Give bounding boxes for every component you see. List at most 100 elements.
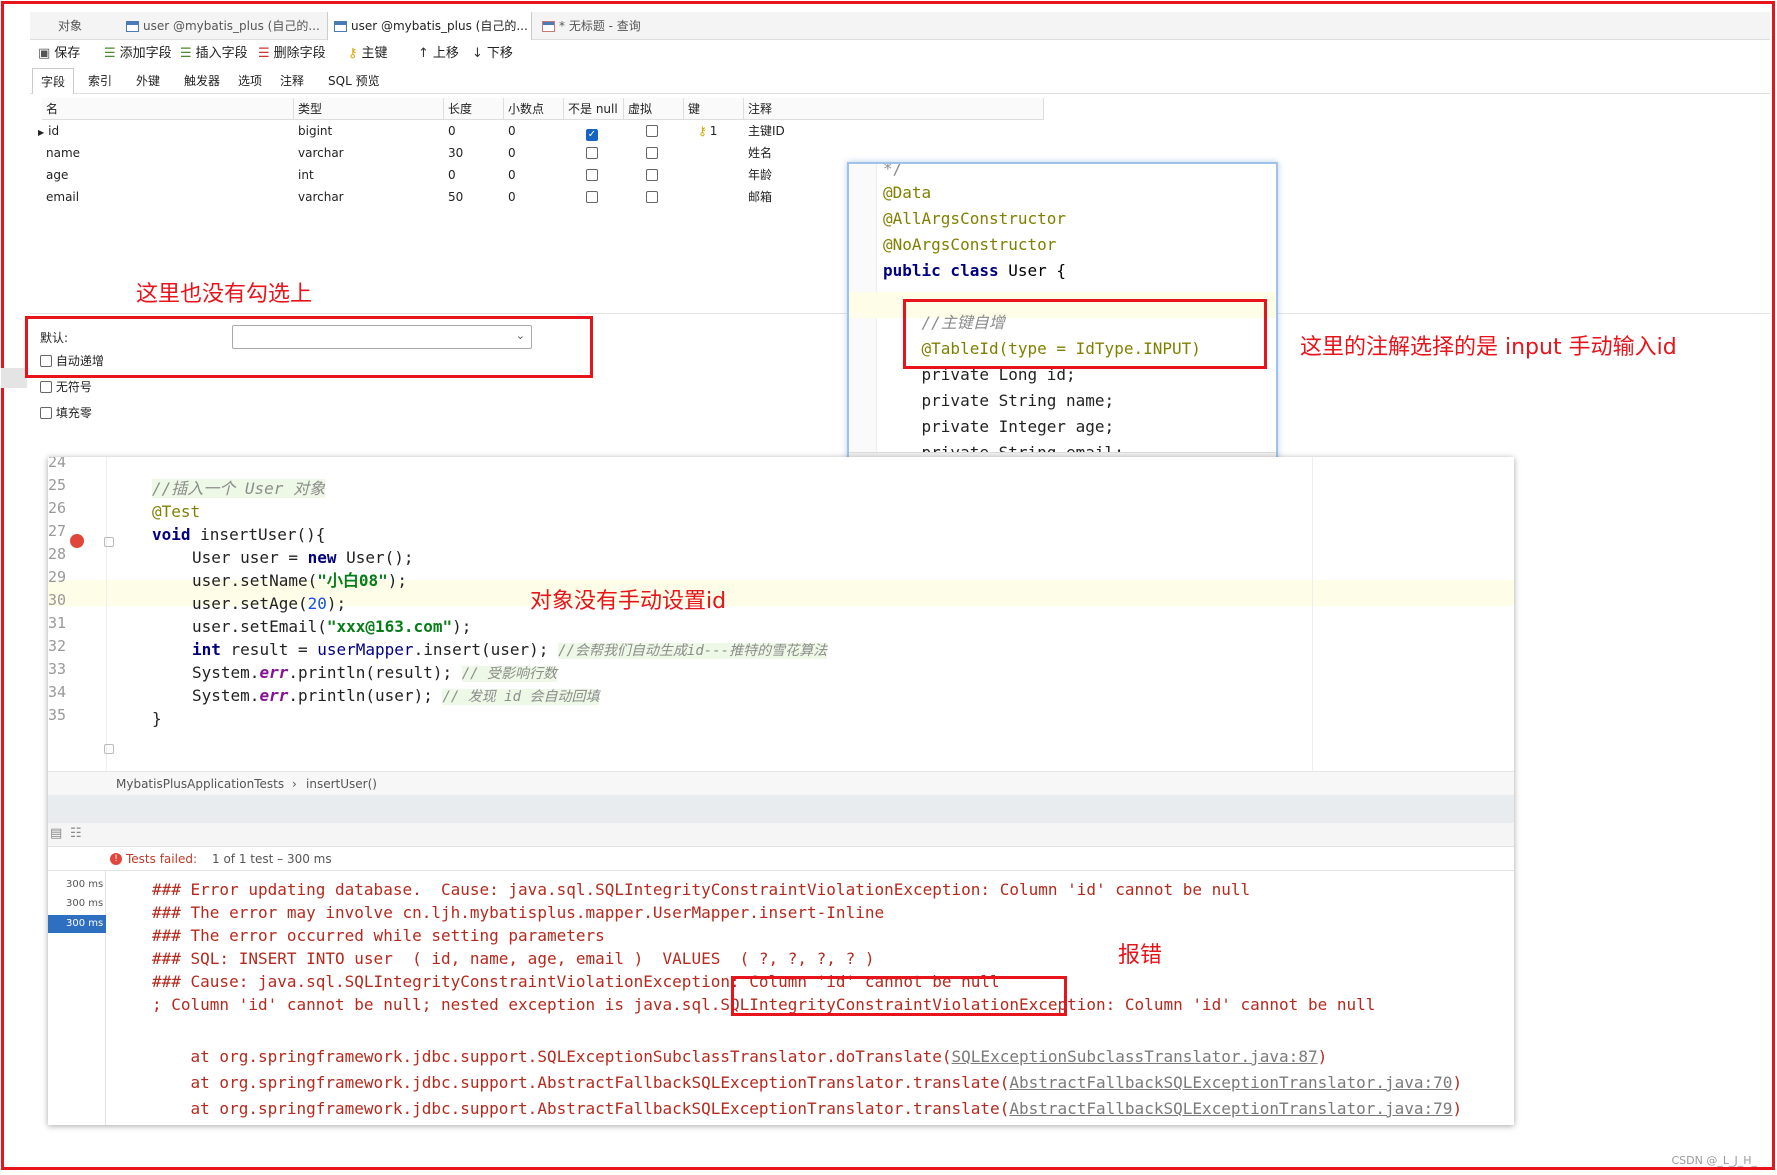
cell-virtual[interactable] (624, 164, 684, 186)
tab-user-table-1[interactable]: user @mybatis_plus (自己的... (120, 12, 325, 40)
cell-length[interactable]: 30 (444, 142, 504, 164)
cell-comment[interactable]: 姓名 (744, 142, 1044, 164)
virtual-checkbox[interactable] (646, 191, 658, 203)
zerofill-label: 填充零 (55, 406, 92, 420)
code-text: ); (452, 617, 472, 636)
cell-length[interactable]: 50 (444, 186, 504, 208)
save-button[interactable]: ▣ 保存 (38, 40, 80, 68)
cell-type[interactable]: int (294, 164, 444, 186)
cell-not-null[interactable] (564, 164, 624, 186)
cell-text: age (46, 168, 69, 182)
table-row[interactable]: ▶ id bigint 0 0 ✓ ⚷ 1 主键ID (38, 120, 1052, 142)
cell-comment[interactable]: 主键ID (744, 120, 1044, 142)
cell-key[interactable] (684, 164, 744, 186)
source-link[interactable]: AbstractFallbackSQLExceptionTranslator.j… (1009, 1073, 1452, 1092)
line-number: 27 (48, 522, 67, 540)
not-null-checkbox[interactable]: ✓ (586, 129, 598, 141)
subtab-fields[interactable]: 字段 (32, 68, 75, 94)
cell-key[interactable] (684, 142, 744, 164)
string-literal: "小白08" (317, 571, 388, 590)
method-sig: insertUser(){ (190, 525, 326, 544)
keyword: int (192, 640, 221, 659)
cell-text: email (46, 190, 80, 204)
subtab-indexes[interactable]: 索引 (80, 68, 120, 94)
stack-trace-line: at org.springframework.jdbc.support.SQLE… (152, 1044, 1328, 1070)
tab-query[interactable]: * 无标题 - 查询 (536, 12, 726, 40)
checkbox-box (40, 407, 52, 419)
trace-text: ) (1452, 1099, 1463, 1118)
subtab-foreign-keys[interactable]: 外键 (128, 68, 168, 94)
cell-not-null[interactable] (564, 186, 624, 208)
cell-not-null[interactable] (564, 142, 624, 164)
popup-line-name: private String name; (883, 391, 1115, 410)
breadcrumb-class[interactable]: MybatisPlusApplicationTests (116, 772, 284, 796)
unsigned-checkbox[interactable]: 无符号 (40, 378, 92, 395)
trace-text: at org.springframework.jdbc.support.Abst… (152, 1099, 1010, 1118)
cell-virtual[interactable] (624, 142, 684, 164)
delete-field-button[interactable]: ☰ 删除字段 (258, 40, 326, 68)
move-down-button[interactable]: ↓ 下移 (472, 40, 513, 68)
layout-icon[interactable]: ▤ (50, 826, 62, 841)
subtab-sql-preview[interactable]: SQL 预览 (320, 68, 388, 94)
subtab-comments[interactable]: 注释 (272, 68, 312, 94)
move-up-button[interactable]: ↑ 上移 (418, 40, 459, 68)
add-field-button[interactable]: ☰ 添加字段 (104, 40, 172, 68)
fold-icon[interactable] (104, 744, 114, 754)
cell-type[interactable]: varchar (294, 186, 444, 208)
primary-key-button[interactable]: ⚷ 主键 (348, 40, 388, 68)
source-link[interactable]: SQLExceptionSubclassTranslator.java:87 (952, 1047, 1318, 1066)
not-null-checkbox[interactable] (586, 169, 598, 181)
cell-virtual[interactable] (624, 186, 684, 208)
cell-name[interactable]: ▶ id (38, 120, 294, 142)
table-row[interactable]: name varchar 30 0 姓名 (42, 142, 1052, 164)
breadcrumb-method[interactable]: insertUser() (306, 772, 377, 796)
cell-not-null[interactable]: ✓ (564, 120, 624, 142)
cell-virtual[interactable] (624, 120, 684, 142)
tab-user-table-2[interactable]: user @mybatis_plus (自己的... (327, 12, 532, 40)
test-timing-selected[interactable]: 300 ms (48, 915, 106, 933)
run-test-icon[interactable] (70, 534, 84, 548)
design-subtabs: 字段 索引 外键 触发器 选项 注释 SQL 预览 (30, 68, 1770, 94)
code-text: User user = (192, 548, 308, 567)
cell-key[interactable]: ⚷ 1 (684, 120, 744, 142)
cell-decimals[interactable]: 0 (504, 164, 564, 186)
cell-decimals[interactable]: 0 (504, 142, 564, 164)
checkbox-box (40, 381, 52, 393)
cell-name[interactable]: name (42, 142, 294, 164)
tab-label: user @mybatis_plus (自己的... (351, 19, 528, 33)
line-number: 32 (48, 637, 67, 655)
test-timing[interactable]: 300 ms (66, 898, 103, 909)
cell-length[interactable]: 0 (444, 120, 504, 142)
source-link[interactable]: AbstractFallbackSQLExceptionTranslator.j… (1009, 1099, 1452, 1118)
fold-icon[interactable] (104, 537, 114, 547)
subtab-options[interactable]: 选项 (230, 68, 270, 94)
line-number: 26 (48, 499, 67, 517)
keyword: void (152, 525, 191, 544)
cell-key[interactable] (684, 186, 744, 208)
virtual-checkbox[interactable] (646, 125, 658, 137)
insert-field-button[interactable]: ☰ 插入字段 (180, 40, 248, 68)
cell-length[interactable]: 0 (444, 164, 504, 186)
key-icon: ⚷ (698, 124, 707, 138)
cell-decimals[interactable]: 0 (504, 120, 564, 142)
cell-decimals[interactable]: 0 (504, 186, 564, 208)
zerofill-checkbox[interactable]: 填充零 (40, 404, 92, 421)
col-type: 类型 (294, 98, 444, 120)
test-timing[interactable]: 300 ms (66, 879, 103, 890)
settings-icon[interactable]: ☷ (70, 826, 82, 841)
not-null-checkbox[interactable] (586, 191, 598, 203)
virtual-checkbox[interactable] (646, 147, 658, 159)
not-null-checkbox[interactable] (586, 147, 598, 159)
line-number: 35 (48, 706, 67, 724)
static-field: err (259, 663, 289, 682)
panel-splitter[interactable] (1, 368, 27, 388)
virtual-checkbox[interactable] (646, 169, 658, 181)
test-tree: 300 ms 300 ms 300 ms (48, 871, 106, 1125)
cell-name[interactable]: age (42, 164, 294, 186)
tab-objects[interactable]: 对象 (52, 12, 112, 40)
cell-name[interactable]: email (42, 186, 294, 208)
subtab-triggers[interactable]: 触发器 (176, 68, 228, 94)
cell-type[interactable]: varchar (294, 142, 444, 164)
ide-window: 24 25 26 27 28 29 30 31 32 33 34 35 //插入一个 User 对象 … (48, 457, 1514, 1125)
cell-type[interactable]: bigint (294, 120, 444, 142)
